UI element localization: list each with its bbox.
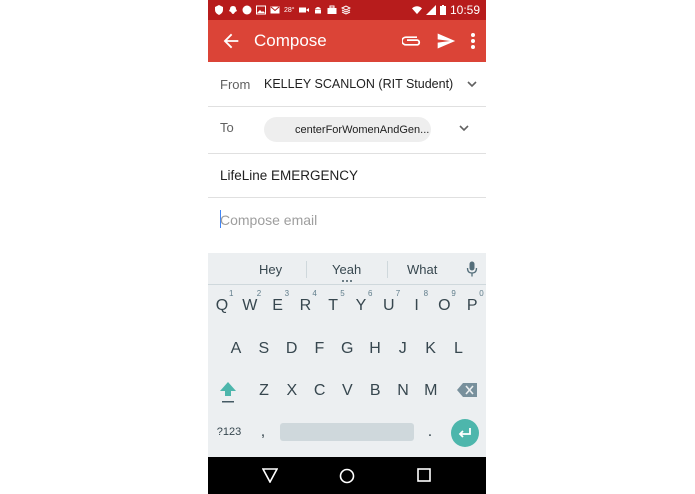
battery-icon bbox=[439, 5, 446, 15]
key-s[interactable]: S bbox=[255, 340, 273, 358]
key-t[interactable]: T bbox=[324, 297, 342, 315]
more-suggestions-icon[interactable] bbox=[342, 280, 352, 282]
gmail-icon bbox=[270, 6, 280, 14]
from-row[interactable]: From KELLEY SCANLON (RIT Student) bbox=[208, 62, 486, 107]
key-o[interactable]: O bbox=[435, 297, 453, 315]
key-q[interactable]: Q bbox=[213, 297, 231, 315]
key-v[interactable]: V bbox=[338, 382, 356, 400]
symbols-key[interactable]: ?123 bbox=[214, 426, 244, 438]
page-title: Compose bbox=[254, 31, 327, 50]
key-c[interactable]: C bbox=[311, 382, 329, 400]
suggestion-strip: Hey Yeah What bbox=[208, 253, 486, 285]
key-n[interactable]: N bbox=[394, 382, 412, 400]
suggestion-item[interactable]: Hey bbox=[259, 262, 282, 277]
shift-icon[interactable] bbox=[219, 381, 237, 405]
period-key[interactable]: . bbox=[421, 423, 439, 441]
key-number-hint: 0 bbox=[479, 289, 484, 298]
temperature-text: 28° bbox=[284, 6, 295, 14]
comma-key[interactable]: , bbox=[254, 423, 272, 441]
keyboard: Hey Yeah What ?123 , . Q 1 W 2 E 3 R 4 T… bbox=[208, 253, 486, 457]
key-b[interactable]: B bbox=[366, 382, 384, 400]
recents-square-icon[interactable] bbox=[417, 468, 431, 482]
signal-icon bbox=[425, 5, 436, 15]
to-label: To bbox=[220, 120, 234, 135]
enter-key[interactable] bbox=[451, 419, 479, 447]
app-bar: Compose bbox=[208, 20, 486, 62]
wifi-icon bbox=[411, 6, 422, 15]
send-icon[interactable] bbox=[436, 31, 456, 51]
from-label: From bbox=[220, 77, 251, 92]
chevron-down-icon[interactable] bbox=[458, 122, 470, 134]
phone-screen: 28° 10:59 Compose From KELLEY SCANLON (R… bbox=[208, 0, 486, 494]
navigation-bar bbox=[208, 457, 486, 494]
enter-icon bbox=[458, 428, 471, 438]
key-number-hint: 1 bbox=[229, 289, 234, 298]
notification-icons: 28° bbox=[214, 5, 351, 15]
key-number-hint: 9 bbox=[451, 289, 456, 298]
key-y[interactable]: Y bbox=[352, 297, 370, 315]
briefcase-icon bbox=[327, 5, 337, 14]
key-e[interactable]: E bbox=[269, 297, 287, 315]
body-input[interactable]: Compose email bbox=[220, 212, 317, 228]
key-h[interactable]: H bbox=[366, 340, 384, 358]
stack-icon bbox=[340, 5, 351, 15]
key-number-hint: 8 bbox=[423, 289, 429, 298]
status-bar: 28° 10:59 bbox=[208, 0, 486, 20]
key-w[interactable]: W bbox=[241, 297, 259, 315]
key-g[interactable]: G bbox=[338, 340, 356, 358]
subject-row[interactable]: LifeLine EMERGENCY bbox=[208, 153, 486, 198]
from-account[interactable]: KELLEY SCANLON (RIT Student) bbox=[264, 77, 453, 91]
key-l[interactable]: L bbox=[449, 340, 467, 358]
clock-text: 10:59 bbox=[449, 3, 480, 17]
key-u[interactable]: U bbox=[380, 297, 398, 315]
chevron-down-icon[interactable] bbox=[466, 78, 478, 90]
home-circle-icon[interactable] bbox=[339, 468, 355, 484]
mic-icon[interactable] bbox=[466, 261, 478, 277]
more-vert-icon[interactable] bbox=[470, 32, 476, 50]
image-icon bbox=[256, 5, 266, 15]
recipient-chip[interactable]: centerForWomenAndGen... bbox=[264, 117, 431, 142]
suggestion-item[interactable]: What bbox=[407, 262, 437, 277]
shield-icon bbox=[215, 5, 223, 15]
key-number-hint: 2 bbox=[256, 289, 262, 298]
subject-field[interactable]: LifeLine EMERGENCY bbox=[220, 168, 358, 183]
snapchat-icon bbox=[229, 6, 237, 14]
android-icon bbox=[314, 7, 321, 14]
space-bar[interactable] bbox=[280, 423, 414, 441]
key-number-hint: 6 bbox=[368, 289, 373, 298]
key-x[interactable]: X bbox=[283, 382, 301, 400]
to-row[interactable]: To centerForWomenAndGen... bbox=[208, 106, 486, 154]
suggestion-item[interactable]: Yeah bbox=[332, 262, 361, 277]
divider bbox=[306, 261, 307, 278]
key-i[interactable]: I bbox=[408, 297, 426, 315]
key-a[interactable]: A bbox=[227, 340, 245, 358]
messenger-icon bbox=[242, 5, 252, 15]
key-d[interactable]: D bbox=[283, 340, 301, 358]
key-number-hint: 5 bbox=[340, 289, 345, 298]
key-number-hint: 4 bbox=[312, 289, 317, 298]
attach-icon[interactable] bbox=[402, 31, 422, 51]
key-p[interactable]: P bbox=[463, 297, 481, 315]
system-icons: 10:59 bbox=[411, 3, 480, 17]
backspace-icon[interactable] bbox=[457, 383, 477, 397]
key-z[interactable]: Z bbox=[255, 382, 273, 400]
back-arrow-icon[interactable] bbox=[220, 30, 242, 52]
key-k[interactable]: K bbox=[422, 340, 440, 358]
key-j[interactable]: J bbox=[394, 340, 412, 358]
key-r[interactable]: R bbox=[296, 297, 314, 315]
key-number-hint: 7 bbox=[395, 289, 401, 298]
video-icon bbox=[298, 7, 309, 13]
divider bbox=[387, 261, 388, 278]
back-triangle-icon[interactable] bbox=[262, 468, 278, 483]
key-m[interactable]: M bbox=[422, 382, 440, 400]
key-number-hint: 3 bbox=[284, 289, 290, 298]
key-f[interactable]: F bbox=[310, 340, 328, 358]
